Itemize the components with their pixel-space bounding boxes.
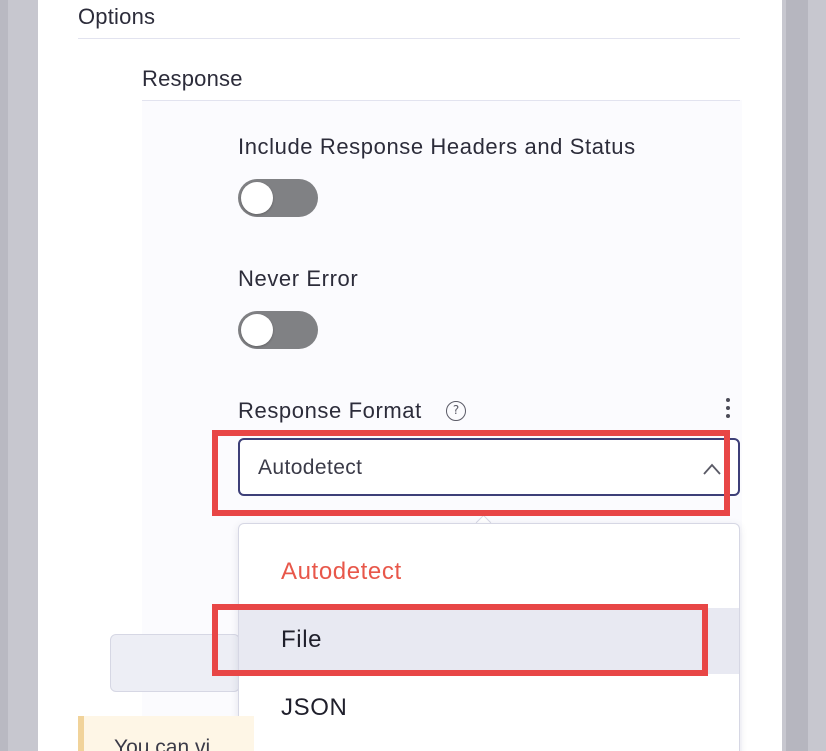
option-autodetect[interactable]: Autodetect	[239, 538, 739, 604]
notice-text: You can vi	[114, 736, 211, 751]
options-divider	[78, 38, 740, 39]
option-label: Autodetect	[281, 558, 402, 585]
response-format-label: Response Format	[238, 398, 422, 423]
response-format-value: Autodetect	[258, 456, 363, 479]
never-error-label: Never Error	[238, 266, 359, 291]
screen: Options Response Include Response Header…	[0, 0, 826, 751]
response-format-select[interactable]: Autodetect	[238, 438, 740, 496]
response-divider	[142, 100, 740, 101]
option-json[interactable]: JSON	[239, 674, 739, 740]
question-circle-icon[interactable]: ?	[446, 401, 466, 421]
option-file[interactable]: File	[239, 608, 739, 674]
toggle-knob	[241, 182, 273, 214]
response-heading: Response	[142, 66, 243, 91]
toggle-knob	[241, 314, 273, 346]
response-format-dropdown: Autodetect File JSON	[238, 523, 740, 751]
options-heading: Options	[78, 4, 156, 29]
kebab-icon[interactable]	[722, 396, 734, 420]
option-label: JSON	[281, 694, 348, 721]
never-error-toggle[interactable]	[238, 311, 318, 349]
hidden-button[interactable]	[110, 634, 240, 692]
include-headers-toggle[interactable]	[238, 179, 318, 217]
left-frame	[0, 0, 8, 751]
scrollbar-track[interactable]	[786, 0, 808, 751]
include-headers-label: Include Response Headers and Status	[238, 134, 636, 159]
option-label: File	[281, 626, 323, 653]
info-notice: You can vi	[78, 716, 254, 751]
chevron-up-icon	[703, 463, 721, 475]
